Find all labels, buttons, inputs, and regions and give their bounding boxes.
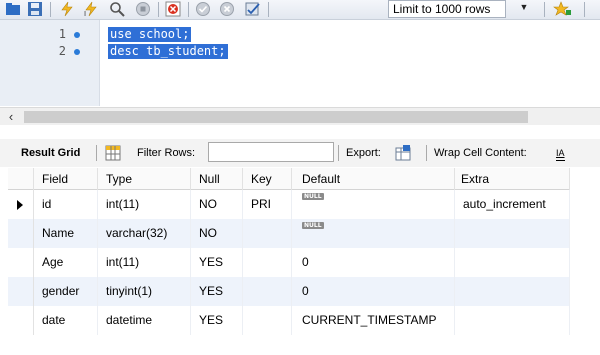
result-grid: Field Type Null Key Default Extra id int(… xyxy=(8,168,570,338)
toggle-error-icon[interactable] xyxy=(164,1,182,17)
filter-rows-input[interactable] xyxy=(208,142,334,162)
editor-horizontal-scrollbar[interactable]: ‹ xyxy=(0,107,600,125)
cell-default[interactable]: 0 xyxy=(292,277,455,306)
save-icon[interactable] xyxy=(26,1,44,17)
row-selector[interactable] xyxy=(8,190,34,219)
cell-null[interactable]: YES xyxy=(191,306,243,335)
scrollbar-thumb[interactable] xyxy=(24,111,528,123)
folder-icon[interactable] xyxy=(4,1,22,17)
cell-null[interactable]: NO xyxy=(191,190,243,219)
execute-icon[interactable] xyxy=(58,1,76,17)
cell-type[interactable]: int(11) xyxy=(98,190,191,219)
line-number: 2 xyxy=(58,44,66,58)
cell-key[interactable] xyxy=(243,277,292,306)
rollback-icon[interactable] xyxy=(218,1,236,17)
export-icon[interactable] xyxy=(394,144,412,162)
code-line[interactable]: use school; xyxy=(108,27,192,42)
execute-current-icon[interactable]: I xyxy=(82,1,100,17)
row-selector[interactable] xyxy=(8,277,34,306)
wrap-cell-content-label: Wrap Cell Content: xyxy=(434,147,527,159)
cell-extra[interactable] xyxy=(455,277,570,306)
sql-editor[interactable]: 1 2 use school; desc tb_student; xyxy=(0,20,600,106)
cell-extra[interactable] xyxy=(455,248,570,277)
filter-rows-label: Filter Rows: xyxy=(137,147,196,159)
table-row[interactable]: id int(11) NO PRI NULL auto_increment xyxy=(8,190,570,219)
column-header-default[interactable]: Default xyxy=(292,168,455,190)
column-header-type[interactable]: Type xyxy=(98,168,191,190)
limit-rows-select[interactable]: Limit to 1000 rows xyxy=(388,0,506,18)
line-number-gutter: 1 2 xyxy=(0,20,100,106)
cell-field[interactable]: Age xyxy=(34,248,98,277)
grid-header: Field Type Null Key Default Extra xyxy=(8,168,570,190)
scroll-left-icon[interactable]: ‹ xyxy=(4,109,18,125)
null-badge: NULL xyxy=(302,193,324,200)
cell-type[interactable]: tinyint(1) xyxy=(98,277,191,306)
cell-default[interactable]: CURRENT_TIMESTAMP xyxy=(292,306,455,335)
column-header-extra[interactable]: Extra xyxy=(455,168,570,190)
stop-icon[interactable] xyxy=(134,1,152,17)
cell-key[interactable] xyxy=(243,306,292,335)
code-line[interactable]: desc tb_student; xyxy=(108,44,228,59)
row-selector[interactable] xyxy=(8,219,34,248)
statement-marker-icon xyxy=(74,32,80,38)
result-grid-tab[interactable]: Result Grid xyxy=(21,146,80,160)
row-selector-header xyxy=(8,168,34,190)
line-number: 1 xyxy=(58,27,66,41)
cell-key[interactable]: PRI xyxy=(243,190,292,219)
result-toolbar: Result Grid Filter Rows: Export: Wrap Ce… xyxy=(0,139,600,167)
column-header-field[interactable]: Field xyxy=(34,168,98,190)
column-header-null[interactable]: Null xyxy=(191,168,243,190)
cell-default[interactable]: NULL xyxy=(292,219,455,248)
cell-default[interactable]: NULL xyxy=(292,190,455,219)
column-header-key[interactable]: Key xyxy=(243,168,292,190)
autocommit-icon[interactable] xyxy=(244,1,262,17)
null-badge: NULL xyxy=(302,222,324,229)
wrap-cell-content-icon[interactable]: IA xyxy=(556,146,565,161)
row-selector[interactable] xyxy=(8,306,34,335)
cell-extra[interactable] xyxy=(455,306,570,335)
cell-null[interactable]: YES xyxy=(191,277,243,306)
cell-default[interactable]: 0 xyxy=(292,248,455,277)
cell-field[interactable]: id xyxy=(34,190,98,219)
cell-key[interactable] xyxy=(243,248,292,277)
cell-field[interactable]: Name xyxy=(34,219,98,248)
grid-icon[interactable] xyxy=(104,144,122,162)
statement-marker-icon xyxy=(74,49,80,55)
cell-type[interactable]: datetime xyxy=(98,306,191,335)
current-row-pointer-icon xyxy=(17,200,23,210)
beautify-icon[interactable] xyxy=(552,1,574,17)
table-row[interactable]: Age int(11) YES 0 xyxy=(8,248,570,277)
cell-field[interactable]: date xyxy=(34,306,98,335)
commit-icon[interactable] xyxy=(194,1,212,17)
table-row[interactable]: date datetime YES CURRENT_TIMESTAMP xyxy=(8,306,570,335)
cell-field[interactable]: gender xyxy=(34,277,98,306)
cell-type[interactable]: varchar(32) xyxy=(98,219,191,248)
table-row[interactable]: gender tinyint(1) YES 0 xyxy=(8,277,570,306)
cell-extra[interactable]: auto_increment xyxy=(455,190,570,219)
row-selector[interactable] xyxy=(8,248,34,277)
cell-null[interactable]: NO xyxy=(191,219,243,248)
cell-key[interactable] xyxy=(243,219,292,248)
svg-text:I: I xyxy=(84,10,86,17)
cell-null[interactable]: YES xyxy=(191,248,243,277)
chevron-down-icon[interactable]: ▼ xyxy=(518,2,530,16)
table-row[interactable]: Name varchar(32) NO NULL xyxy=(8,219,570,248)
cell-type[interactable]: int(11) xyxy=(98,248,191,277)
editor-toolbar: I Limit to 1000 rows ▼ xyxy=(0,0,600,20)
explain-icon[interactable] xyxy=(108,1,126,17)
export-label: Export: xyxy=(346,147,381,159)
cell-extra[interactable] xyxy=(455,219,570,248)
